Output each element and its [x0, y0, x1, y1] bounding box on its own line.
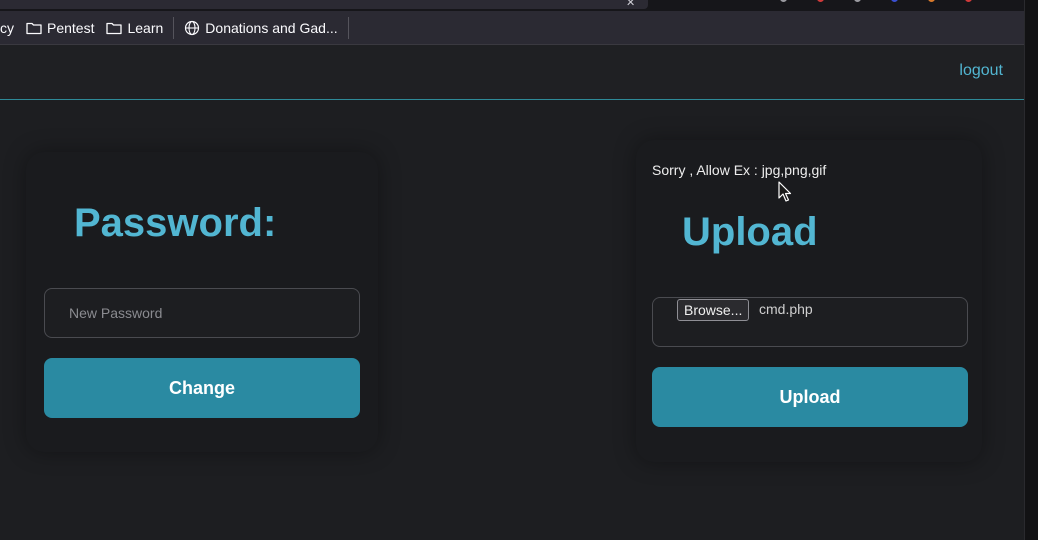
- upload-button[interactable]: Upload: [652, 367, 968, 427]
- bookmark-label: Donations and Gad...: [205, 19, 338, 36]
- selected-file-name: cmd.php: [759, 301, 813, 317]
- bookmark-label: cy: [0, 19, 14, 36]
- password-card: Password: Change: [26, 152, 378, 452]
- site-navbar: logout: [0, 45, 1024, 100]
- toolbar-icon[interactable]: [965, 0, 972, 2]
- close-icon[interactable]: ✕: [626, 0, 635, 9]
- url-bar-tail: [0, 0, 648, 9]
- globe-icon: [185, 20, 200, 35]
- logout-link[interactable]: logout: [959, 62, 1003, 80]
- toolbar-icon[interactable]: [780, 0, 787, 2]
- new-password-input[interactable]: [45, 289, 359, 337]
- bookmarks-toolbar: cy Pentest Learn Donations and Gad...: [0, 11, 1024, 45]
- folder-icon: [26, 22, 42, 34]
- upload-title: Upload: [682, 210, 818, 254]
- file-input-field: Browse... cmd.php: [652, 297, 968, 347]
- toolbar-icons: [780, 0, 972, 2]
- bookmark-separator: [347, 16, 349, 39]
- bookmark-label: Pentest: [47, 19, 95, 36]
- bookmark-label: Learn: [127, 19, 164, 36]
- bookmark-donations[interactable]: Donations and Gad...: [178, 15, 343, 41]
- toolbar-icon[interactable]: [854, 0, 861, 2]
- upload-card: Sorry , Allow Ex : jpg,png,gif Upload Br…: [636, 140, 982, 462]
- mouse-cursor-icon: [778, 181, 792, 202]
- bookmark-folder-pentest[interactable]: Pentest: [20, 15, 100, 41]
- new-password-field: [44, 288, 360, 338]
- bookmark-item[interactable]: cy: [0, 15, 20, 41]
- folder-icon: [106, 22, 123, 34]
- allowed-extensions-notice: Sorry , Allow Ex : jpg,png,gif: [652, 162, 827, 178]
- password-title: Password:: [74, 201, 277, 245]
- change-button[interactable]: Change: [44, 358, 360, 418]
- browse-button[interactable]: Browse...: [677, 299, 750, 321]
- toolbar-icon[interactable]: [817, 0, 824, 2]
- toolbar-icon[interactable]: [928, 0, 935, 2]
- bookmark-folder-learn[interactable]: Learn: [100, 15, 169, 41]
- browser-top-strip: ✕: [0, 0, 1038, 11]
- toolbar-icon[interactable]: [891, 0, 898, 2]
- window-right-edge: [1024, 0, 1038, 540]
- bookmark-separator: [173, 16, 175, 39]
